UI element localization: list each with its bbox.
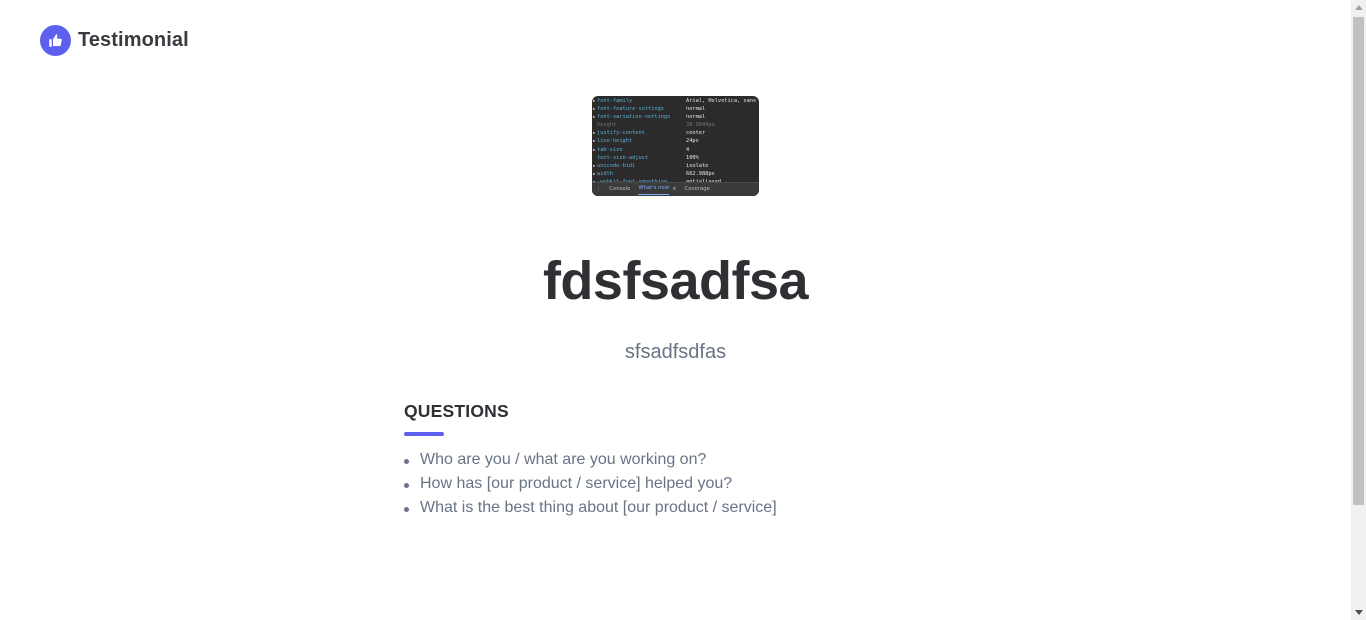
- list-item: How has [our product / service] helped y…: [404, 472, 964, 496]
- vertical-scrollbar[interactable]: [1351, 0, 1366, 620]
- preview-tab-coverage: Coverage: [684, 186, 710, 193]
- page-title: fdsfsadfsa: [542, 251, 809, 311]
- kebab-icon: ⋮: [596, 186, 602, 193]
- list-item: Who are you / what are you working on?: [404, 448, 964, 472]
- questions-section: QUESTIONS Who are you / what are you wor…: [404, 401, 964, 520]
- brand-name: Testimonial: [78, 29, 189, 51]
- scroll-down-icon[interactable]: [1351, 605, 1366, 620]
- page-subtitle: sfsadfsdfas: [624, 341, 727, 363]
- scrollbar-thumb[interactable]: [1353, 17, 1364, 505]
- preview-row: ▶ line-height 24px: [593, 138, 699, 145]
- preview-image: ▶ font-family Arial, Helvetica, sans ▶ font…: [592, 96, 759, 196]
- preview-row: ▶ font-variation-settings normal: [593, 114, 706, 121]
- close-icon: ×: [672, 186, 677, 193]
- preview-row: ▶ font-feature-settings normal: [593, 106, 706, 113]
- scroll-up-icon[interactable]: [1351, 0, 1366, 15]
- thumbs-up-icon: [40, 25, 71, 56]
- preview-row: ▶ tab-size 4: [593, 146, 690, 153]
- preview-row: text-size-adjust 100%: [597, 154, 699, 161]
- questions-heading: QUESTIONS: [404, 401, 509, 421]
- brand-header[interactable]: Testimonial: [40, 25, 189, 56]
- questions-list: Who are you / what are you working on? H…: [404, 448, 964, 520]
- preview-tabbar: ⋮ Console What's new × Coverage: [592, 182, 759, 196]
- heading-underline: [404, 432, 444, 436]
- preview-tab-console: Console: [609, 186, 631, 193]
- preview-row: ▶ width 662.988px: [593, 170, 715, 177]
- list-item: What is the best thing about [our produc…: [404, 496, 964, 520]
- preview-tab-whats-new: What's new: [638, 184, 670, 195]
- page: Testimonial ▶ font-family Arial, Helvetica…: [0, 0, 1351, 620]
- preview-row: ▶ font-family Arial, Helvetica, sans: [593, 98, 757, 104]
- preview-row: ▶ justify-content center: [593, 130, 706, 137]
- preview-row: ▶ unicode-bidi isolate: [593, 162, 709, 169]
- preview-row: height 39.9844px: [597, 122, 715, 129]
